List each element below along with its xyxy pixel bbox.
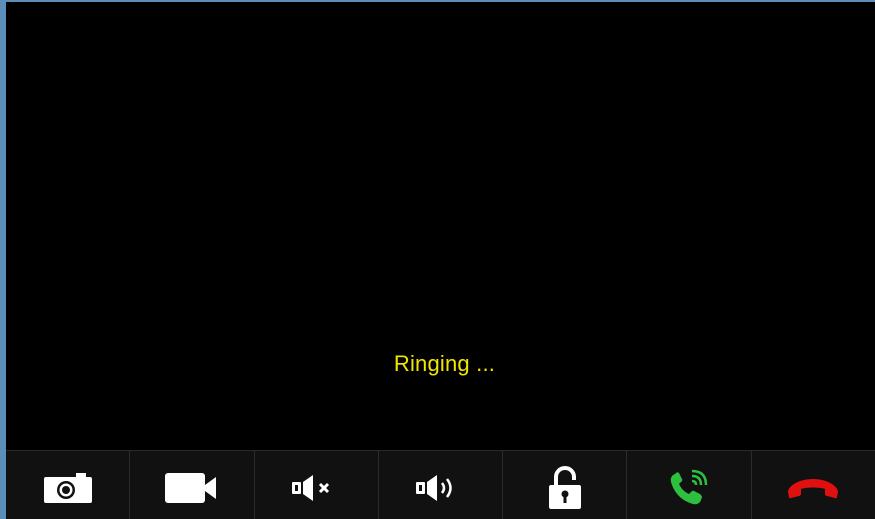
speaker-on-icon	[414, 473, 466, 503]
phone-answer-icon	[667, 468, 711, 508]
unlock-button[interactable]	[503, 451, 628, 519]
volume-button[interactable]	[379, 451, 504, 519]
speaker-mute-icon	[290, 473, 342, 503]
call-toolbar	[6, 450, 875, 519]
record-button[interactable]	[130, 451, 255, 519]
video-feed-area: Ringing ...	[6, 2, 875, 450]
snapshot-button[interactable]	[6, 451, 131, 519]
video-camera-icon	[164, 472, 220, 504]
call-status-text: Ringing ...	[393, 351, 496, 376]
hangup-button[interactable]	[752, 451, 875, 519]
intercom-call-window: Ringing ...	[0, 0, 875, 519]
unlock-icon	[547, 466, 583, 510]
mute-button[interactable]	[255, 451, 379, 519]
camera-icon	[43, 472, 93, 504]
phone-hangup-icon	[785, 475, 841, 501]
answer-button[interactable]	[627, 451, 752, 519]
